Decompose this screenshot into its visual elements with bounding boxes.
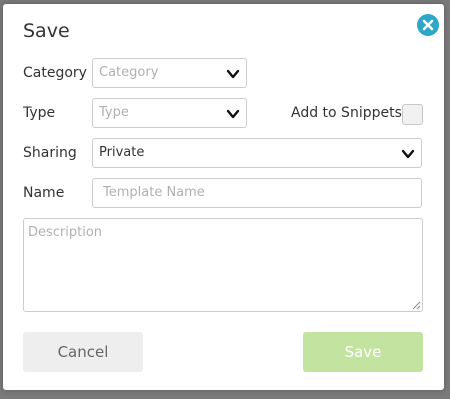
sharing-select[interactable]: Private [92, 138, 422, 168]
sharing-value: Private [99, 145, 145, 160]
add-to-snippets-checkbox[interactable] [402, 104, 423, 125]
cancel-button[interactable]: Cancel [23, 332, 143, 372]
template-name-placeholder: Template Name [103, 185, 205, 200]
type-label: Type [23, 105, 56, 121]
name-label: Name [23, 185, 65, 201]
resize-grip-icon[interactable] [412, 301, 421, 310]
chevron-down-icon [226, 109, 240, 119]
dialog-title: Save [23, 20, 70, 42]
type-select[interactable]: Type [92, 98, 247, 128]
close-icon [422, 19, 434, 31]
add-to-snippets-label: Add to Snippets [291, 105, 402, 121]
category-label: Category [23, 65, 87, 81]
save-button[interactable]: Save [303, 332, 423, 372]
category-select[interactable]: Category [92, 58, 247, 88]
type-placeholder: Type [99, 105, 129, 120]
chevron-down-icon [401, 149, 415, 159]
save-dialog: Save Category Category Type Type Add to … [3, 4, 444, 390]
close-button[interactable] [417, 14, 439, 36]
description-placeholder: Description [28, 225, 103, 240]
category-placeholder: Category [99, 65, 159, 80]
sharing-label: Sharing [23, 145, 77, 161]
chevron-down-icon [226, 69, 240, 79]
template-name-input[interactable]: Template Name [92, 178, 422, 208]
description-textarea[interactable]: Description [23, 218, 423, 312]
